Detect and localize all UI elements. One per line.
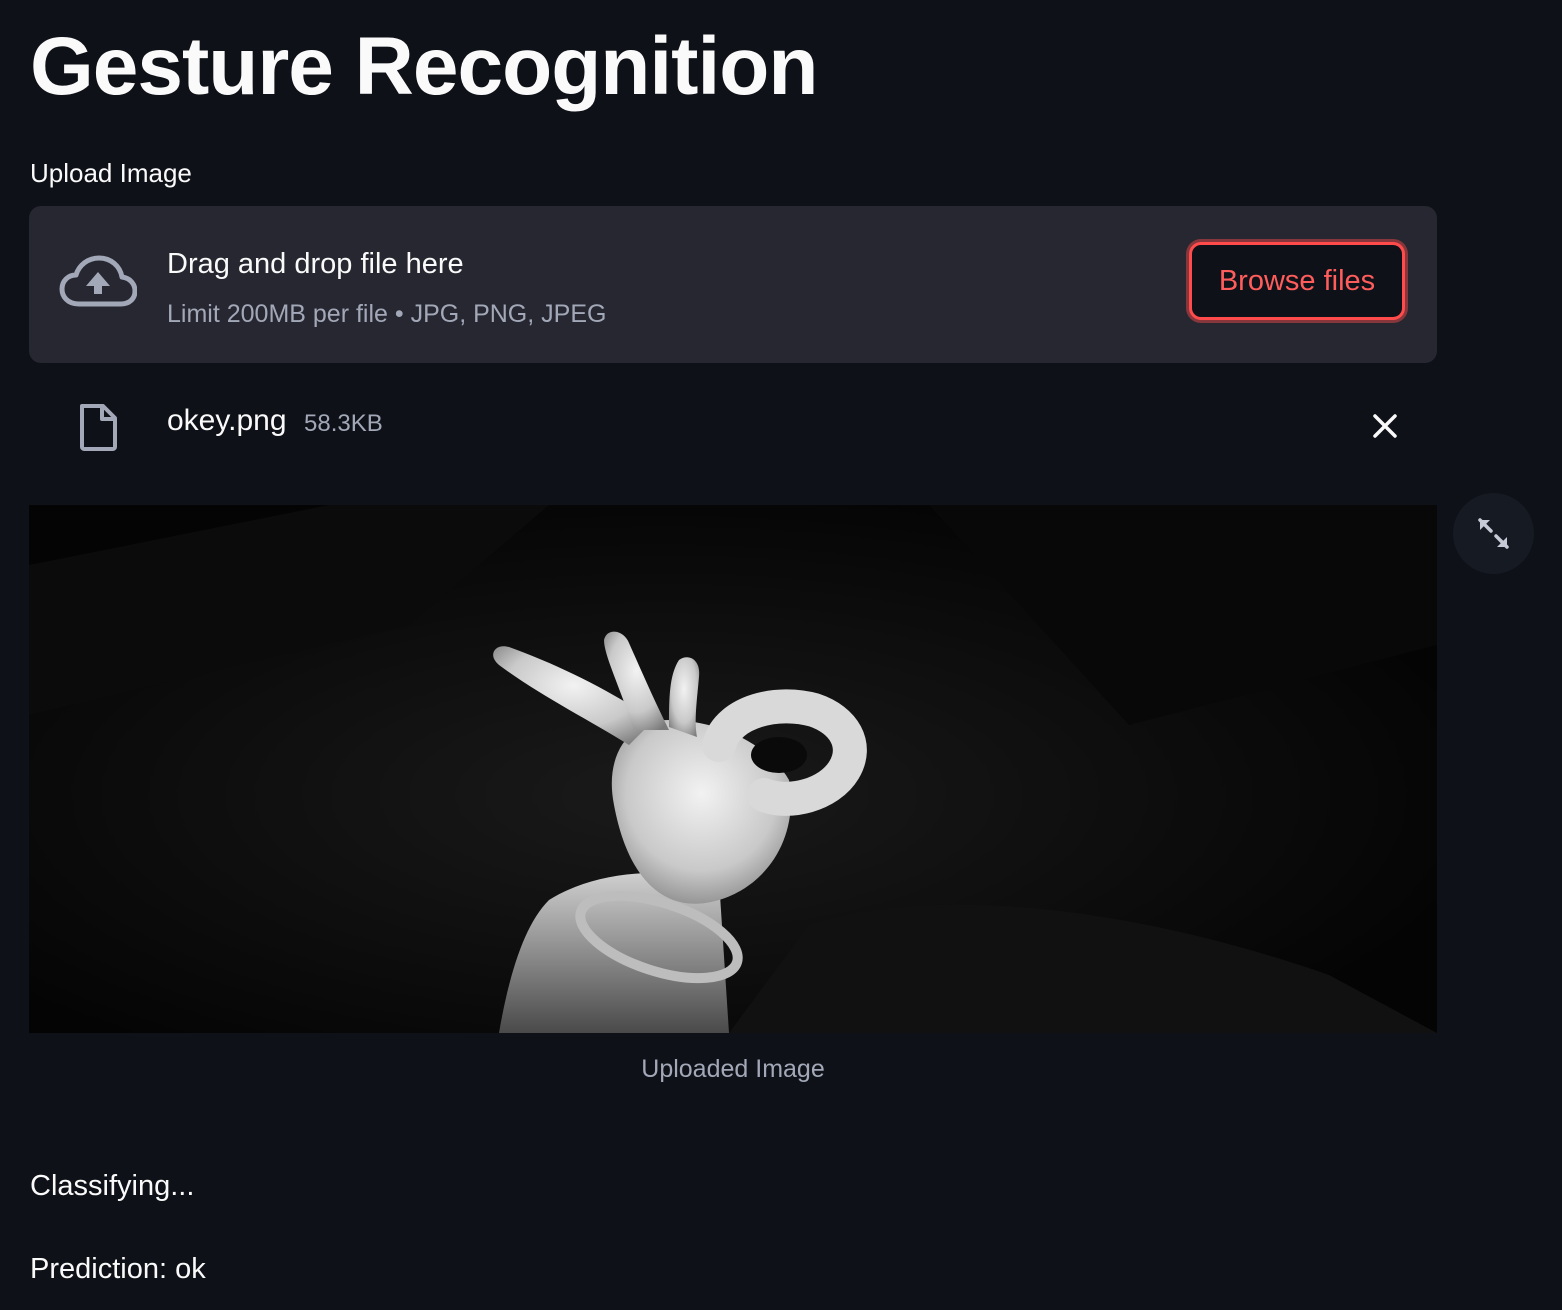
dropzone-instructions: Drag and drop file here (167, 248, 464, 280)
cloud-upload-icon (59, 255, 137, 307)
file-dropzone[interactable]: Drag and drop file here Limit 200MB per … (29, 206, 1437, 363)
classification-status: Classifying... (30, 1170, 195, 1202)
hand-gesture-image (29, 505, 1437, 1033)
prediction-result: Prediction: ok (30, 1253, 206, 1285)
image-caption: Uploaded Image (641, 1055, 825, 1083)
file-name: okey.png (167, 404, 287, 437)
page-title: Gesture Recognition (30, 21, 818, 112)
uploaded-file-row: okey.png 58.3KB (29, 392, 1437, 462)
fullscreen-icon (1478, 518, 1509, 549)
file-size: 58.3KB (304, 410, 383, 437)
close-icon[interactable] (1365, 406, 1405, 446)
upload-label: Upload Image (30, 158, 192, 188)
file-icon (80, 404, 117, 451)
fullscreen-button[interactable] (1453, 493, 1534, 574)
uploaded-image (29, 505, 1437, 1033)
app-page: Gesture Recognition Upload Image Drag an… (0, 0, 1562, 1310)
browse-files-button[interactable]: Browse files (1189, 242, 1405, 320)
dropzone-limit-text: Limit 200MB per file • JPG, PNG, JPEG (167, 300, 607, 328)
